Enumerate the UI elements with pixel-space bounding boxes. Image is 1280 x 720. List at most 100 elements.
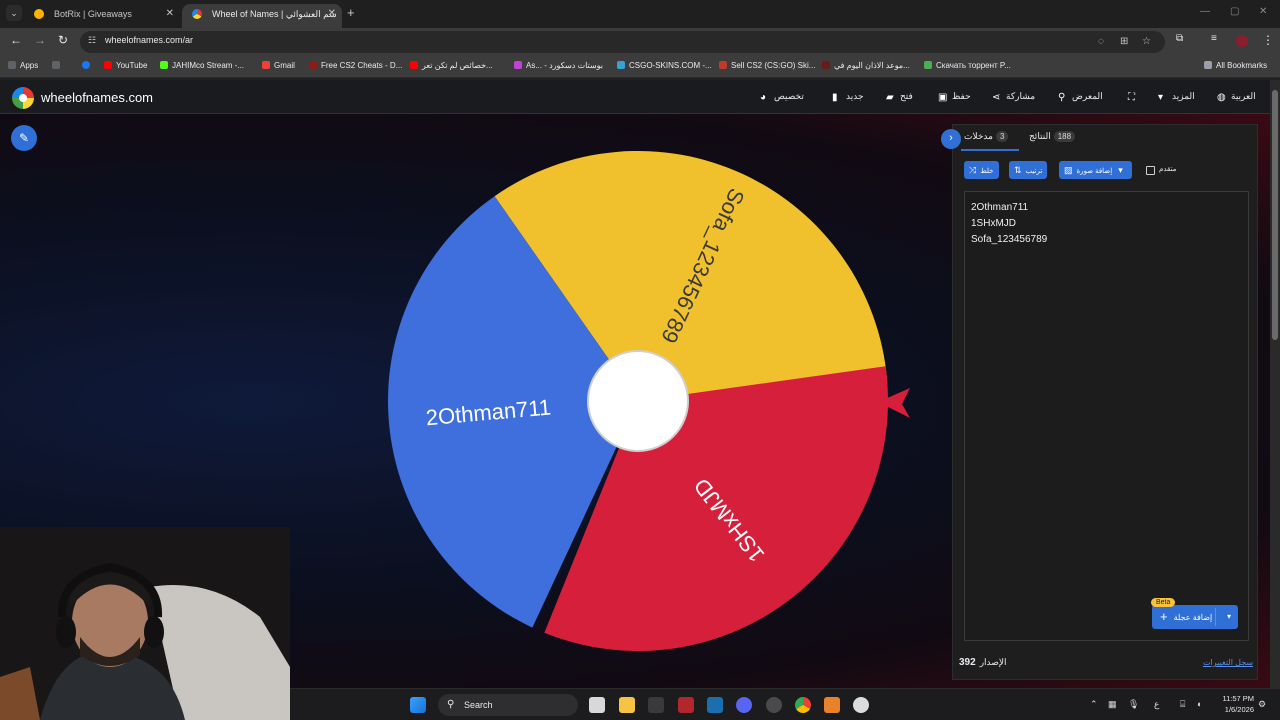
- keyboard-language[interactable]: ع: [1154, 699, 1159, 710]
- fullscreen-button[interactable]: ⛶: [1128, 91, 1142, 103]
- settings-icon[interactable]: [853, 697, 869, 713]
- collapse-panel-icon[interactable]: ›: [941, 129, 961, 149]
- menu-label: العربية: [1231, 91, 1256, 101]
- wheel-logo-icon[interactable]: [12, 87, 34, 109]
- site-icon: [822, 61, 830, 69]
- share-menu[interactable]: ⋖ مشاركة: [992, 91, 1036, 103]
- address-bar[interactable]: ☷ wheelofnames.com/ar ◌ ⊞ ☆: [80, 31, 1165, 53]
- translate-icon[interactable]: ⊞: [1120, 36, 1128, 47]
- back-icon[interactable]: ←: [10, 33, 22, 47]
- entry-line: 2Othman711: [971, 202, 1029, 213]
- browser-tab-botrix[interactable]: BotRix | Giveaways ✕: [24, 4, 180, 28]
- customize-menu[interactable]: ◕ تخصيص: [760, 91, 804, 103]
- new-menu[interactable]: ▮ جديد: [832, 91, 864, 103]
- menu-label: تخصيص: [774, 91, 804, 101]
- bookmark-youtube[interactable]: YouTube: [104, 61, 147, 70]
- maximize-icon[interactable]: ▢: [1230, 6, 1239, 17]
- site-info-icon[interactable]: ☷: [88, 35, 96, 46]
- tab-entries[interactable]: مدخلات 3: [964, 131, 1009, 142]
- menu-label: مشاركة: [1006, 91, 1036, 101]
- tab-results[interactable]: النتائج 188: [1029, 131, 1076, 142]
- tray-app-icon[interactable]: ▦: [1108, 699, 1117, 710]
- volume-icon[interactable]: ◖: [1196, 699, 1201, 709]
- windows-start-icon[interactable]: [410, 697, 426, 713]
- task-view-icon[interactable]: [589, 697, 605, 713]
- bookmark-prayer-times[interactable]: موعد الاذان اليوم في...: [822, 61, 910, 70]
- bookmark-csgo-skins[interactable]: CSGO-SKINS.COM -...: [617, 61, 712, 70]
- minimize-icon[interactable]: —: [1200, 6, 1210, 17]
- profile-avatar[interactable]: [1236, 35, 1248, 47]
- spin-wheel[interactable]: Sofa_1234567891SHxMJD2Othman711: [386, 149, 890, 653]
- obs-icon[interactable]: [766, 697, 782, 713]
- changelog-link[interactable]: سجل التغييرات: [1203, 658, 1253, 667]
- g-hub-icon[interactable]: [648, 697, 664, 713]
- close-tab-icon[interactable]: ✕: [328, 4, 336, 24]
- clock-time: 11:57 PM: [1222, 694, 1254, 703]
- bookmark-gmail[interactable]: Gmail: [262, 61, 295, 70]
- close-tab-icon[interactable]: ✕: [166, 4, 174, 24]
- bookmark-star-icon[interactable]: ☆: [1142, 36, 1151, 47]
- notifications-icon[interactable]: ⚙: [1258, 699, 1266, 710]
- gallery-menu[interactable]: ⚲ المعرض: [1058, 91, 1103, 103]
- folder-open-icon: ▰: [886, 92, 894, 103]
- bookmark-label: Apps: [20, 61, 39, 70]
- wheel-center-hub[interactable]: [587, 350, 689, 452]
- site-icon: [309, 61, 317, 69]
- new-tab-icon[interactable]: +: [347, 5, 355, 20]
- file-explorer-icon[interactable]: [619, 697, 635, 713]
- bookmark-label: Free CS2 Cheats - D...: [321, 61, 403, 70]
- microphone-icon[interactable]: 🎙: [1128, 699, 1139, 710]
- network-icon[interactable]: ⌸: [1180, 699, 1185, 710]
- app-icon[interactable]: [824, 697, 840, 713]
- open-menu[interactable]: ▰ فتح: [886, 91, 913, 103]
- botrix-favicon-icon: [34, 9, 44, 19]
- more-menu-icon[interactable]: ⋮: [1262, 33, 1274, 47]
- menu-label: المزيد: [1172, 91, 1195, 101]
- reading-list-icon[interactable]: ≡: [1211, 33, 1217, 44]
- entries-textarea[interactable]: 2Othman711 1SHxMJD Sofa_123456789: [964, 191, 1249, 641]
- forward-icon[interactable]: →: [34, 33, 46, 47]
- bookmark-facebook[interactable]: [82, 61, 94, 70]
- windows-taskbar: ⚲ Search ⌃ ▦ 🎙 ع ⌸ ◖ 11:57 PM 1/6/2026 ⚙: [290, 688, 1280, 720]
- more-menu[interactable]: ▾ المزيد: [1158, 91, 1195, 103]
- close-window-icon[interactable]: ✕: [1259, 6, 1267, 17]
- shuffle-button[interactable]: ⤨ خلط: [964, 161, 999, 179]
- language-menu[interactable]: ◍ العربية: [1217, 91, 1256, 103]
- extensions-icon[interactable]: ⧉: [1176, 33, 1183, 44]
- taskbar-clock[interactable]: 11:57 PM 1/6/2026: [1214, 693, 1254, 715]
- sort-button[interactable]: ⇅ ترتيب: [1009, 161, 1048, 179]
- steam-icon[interactable]: [707, 697, 723, 713]
- advanced-checkbox[interactable]: [1146, 166, 1155, 175]
- eye-off-icon[interactable]: ◌: [1098, 36, 1104, 47]
- bookmark-cs2-cheats[interactable]: Free CS2 Cheats - D...: [309, 61, 402, 70]
- bookmark-discord-posts[interactable]: As... - بوستات دسكورد: [514, 61, 603, 70]
- add-wheel-button[interactable]: + إضافة عجلة ▾: [1152, 605, 1238, 629]
- browser-tab-wheel-of-names[interactable]: Wheel of Names | سم العشوائي ✕: [182, 4, 342, 28]
- bookmark-apps[interactable]: Apps: [8, 61, 38, 70]
- tab-search-icon[interactable]: ⌄: [6, 5, 22, 21]
- show-hidden-icons-icon[interactable]: ⌃: [1090, 699, 1098, 710]
- chrome-icon[interactable]: [795, 697, 811, 713]
- bookmark-torrent[interactable]: Скачать торрент P...: [924, 61, 1011, 70]
- site-icon: [617, 61, 625, 69]
- reload-icon[interactable]: ↻: [58, 33, 68, 47]
- caret-down-icon[interactable]: ▾: [1227, 605, 1231, 629]
- tab-label: مدخلات: [964, 131, 993, 141]
- bookmark-grid[interactable]: [52, 61, 64, 70]
- game-launcher-icon[interactable]: [678, 697, 694, 713]
- bookmark-youtube-ar[interactable]: خصائص لم تكن تعر...: [410, 61, 493, 70]
- page-scrollbar[interactable]: [1270, 80, 1280, 690]
- search-icon: ⚲: [1058, 92, 1066, 103]
- discord-icon[interactable]: [736, 697, 752, 713]
- site-name[interactable]: wheelofnames.com: [41, 90, 153, 105]
- add-image-button[interactable]: ▨ إضافة صورة ▾: [1059, 161, 1132, 179]
- save-menu[interactable]: ▣ حفظ: [938, 91, 971, 103]
- bookmark-sell-cs2[interactable]: Sell CS2 (CS:GO) Ski...: [719, 61, 815, 70]
- scrollbar-thumb[interactable]: [1272, 90, 1278, 340]
- browser-toolbar: ← → ↻ ☷ wheelofnames.com/ar ◌ ⊞ ☆ ⧉ ≡ ⋮: [0, 28, 1280, 56]
- bookmark-kick[interactable]: JAHIMco Stream -...: [160, 61, 244, 70]
- taskbar-search[interactable]: ⚲ Search: [438, 694, 578, 716]
- bookmark-all[interactable]: All Bookmarks: [1204, 61, 1267, 70]
- wheel-favicon-icon: [192, 9, 202, 19]
- edit-pencil-icon[interactable]: ✎: [11, 125, 37, 151]
